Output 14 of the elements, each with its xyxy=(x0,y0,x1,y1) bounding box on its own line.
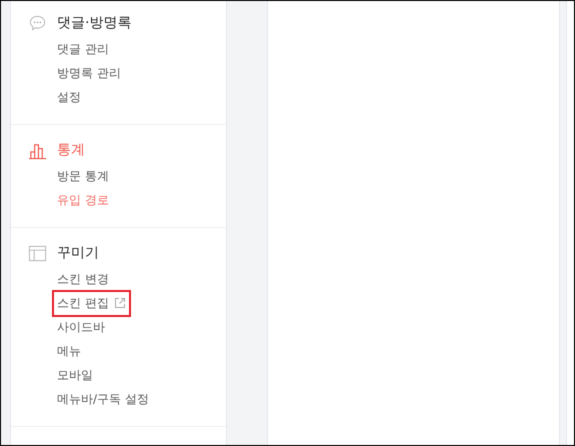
menu-item[interactable]: 모바일 xyxy=(52,362,98,388)
section-title[interactable]: 꾸미기 xyxy=(57,244,99,262)
menu-item[interactable]: 설정 xyxy=(52,84,86,110)
speech-bubble-icon xyxy=(28,14,47,32)
section-title[interactable]: 댓글·방명록 xyxy=(57,14,132,32)
menu-item[interactable]: 방명록 관리 xyxy=(52,60,126,86)
menu-item[interactable]: 메뉴바/구독 설정 xyxy=(52,386,154,412)
layout-icon xyxy=(28,244,47,262)
menu-item[interactable]: 사이드바 xyxy=(52,314,110,340)
menu-item[interactable]: 메뉴 xyxy=(52,338,86,364)
menu-item[interactable]: 방문 통계 xyxy=(52,162,114,190)
menu-item[interactable]: 댓글 관리 xyxy=(52,36,114,62)
menu-item[interactable]: 스킨 편집 xyxy=(52,290,131,316)
menu-item[interactable]: 스킨 변경 xyxy=(52,266,114,292)
